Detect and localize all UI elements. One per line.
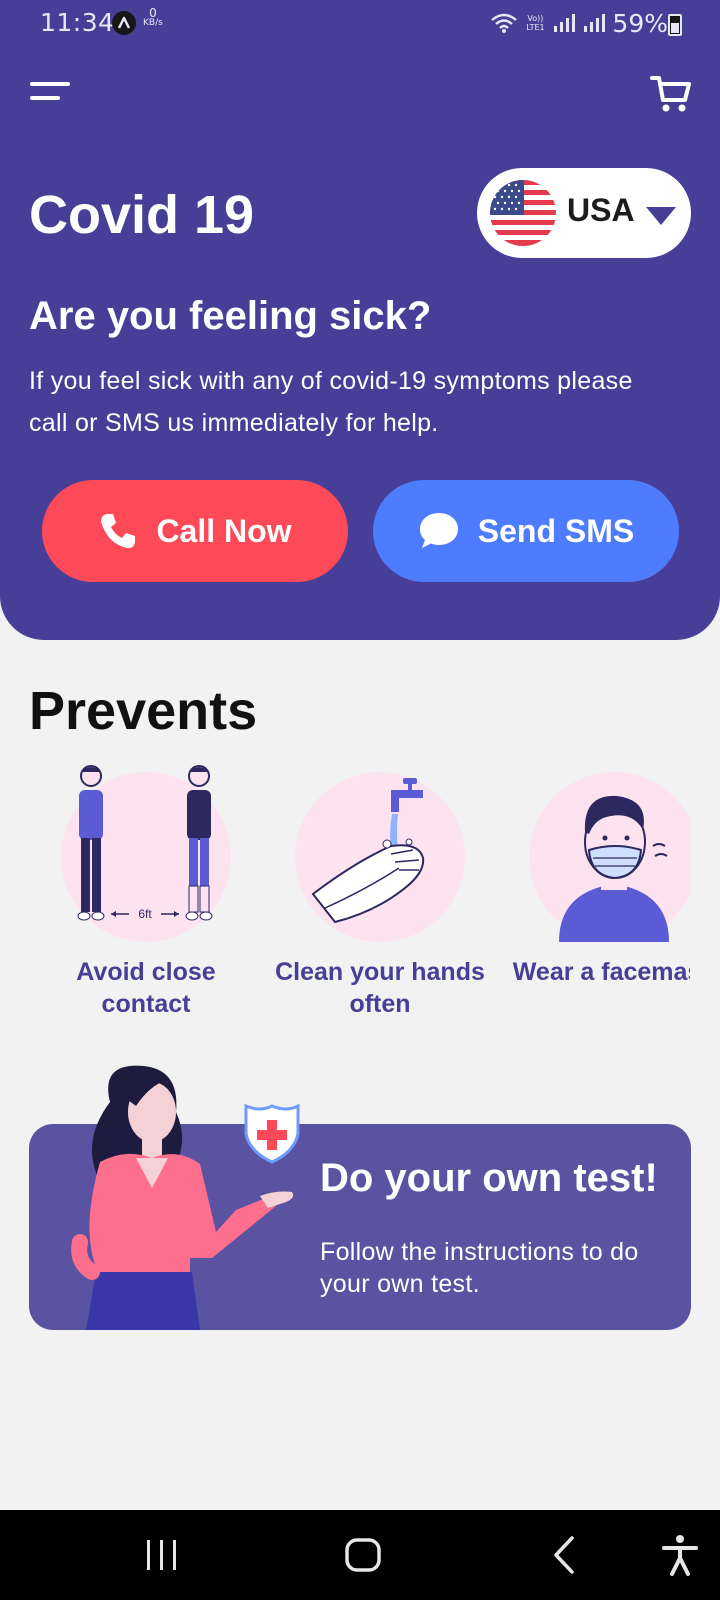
handwash-illustration (295, 772, 465, 942)
question-text: If you feel sick with any of covid-19 sy… (29, 367, 633, 437)
system-nav-bar (0, 1510, 720, 1600)
country-label: USA (567, 192, 635, 228)
distance-label: 6ft (138, 907, 152, 921)
status-bar: 11:34 0 KB/s Vo)) LTE1 59% (0, 0, 720, 46)
question-title: Are you feeling sick? (29, 294, 432, 338)
volte-badge: Vo)) LTE1 (526, 14, 545, 32)
usa-flag-icon (490, 180, 556, 246)
phone-icon (101, 514, 136, 549)
cart-icon[interactable] (650, 74, 692, 114)
prevent-label: Avoid close contact (76, 958, 216, 1018)
home-icon[interactable] (338, 1530, 388, 1580)
facemask-illustration (529, 772, 690, 942)
network-speed-unit: KB/s (143, 18, 163, 28)
recents-icon[interactable] (137, 1530, 187, 1580)
status-time: 11:34 (40, 8, 115, 37)
prevent-item-clean-hands[interactable]: Clean your hands often (262, 760, 498, 1020)
signal-icon-1 (554, 14, 576, 32)
call-now-label: Call Now (156, 512, 292, 549)
accessibility-icon[interactable] (655, 1530, 705, 1580)
prevents-carousel[interactable]: 6ft Avoid close contact Clean your hands… (0, 760, 690, 1020)
shield-cross-icon (244, 1103, 300, 1164)
wifi-icon (491, 13, 518, 33)
battery-icon (668, 14, 682, 36)
prevents-title: Prevents (29, 681, 258, 741)
woman-illustration (40, 1062, 310, 1330)
send-sms-button[interactable]: Send SMS (373, 480, 679, 582)
back-icon[interactable] (540, 1530, 590, 1580)
header-panel: 11:34 0 KB/s Vo)) LTE1 59% Covid 19 USA … (0, 0, 720, 640)
prevent-label: Wear a facemask (512, 958, 690, 986)
menu-icon[interactable] (30, 80, 74, 106)
prevent-item-avoid-contact[interactable]: 6ft Avoid close contact (28, 760, 264, 1020)
prevent-label: Clean your hands often (275, 958, 485, 1018)
chat-bubble-icon (419, 513, 458, 548)
app-notification-icon (112, 11, 136, 35)
send-sms-label: Send SMS (477, 512, 635, 549)
battery-percent: 59% (612, 8, 668, 38)
app-title: Covid 19 (29, 185, 255, 245)
status-icons: Vo)) LTE1 59% (490, 8, 668, 38)
signal-icon-2 (584, 14, 606, 32)
distance-illustration: 6ft (61, 765, 231, 942)
test-card-text: Follow the instructions to do your own t… (320, 1238, 639, 1298)
prevent-item-facemask[interactable]: Wear a facemask (496, 760, 690, 988)
country-selector[interactable]: USA (477, 168, 691, 258)
test-card-title: Do your own test! (320, 1156, 658, 1200)
caret-down-icon (646, 207, 676, 225)
network-speed: 0 KB/s (143, 6, 163, 28)
network-speed-value: 0 (149, 6, 157, 20)
call-now-button[interactable]: Call Now (42, 480, 348, 582)
